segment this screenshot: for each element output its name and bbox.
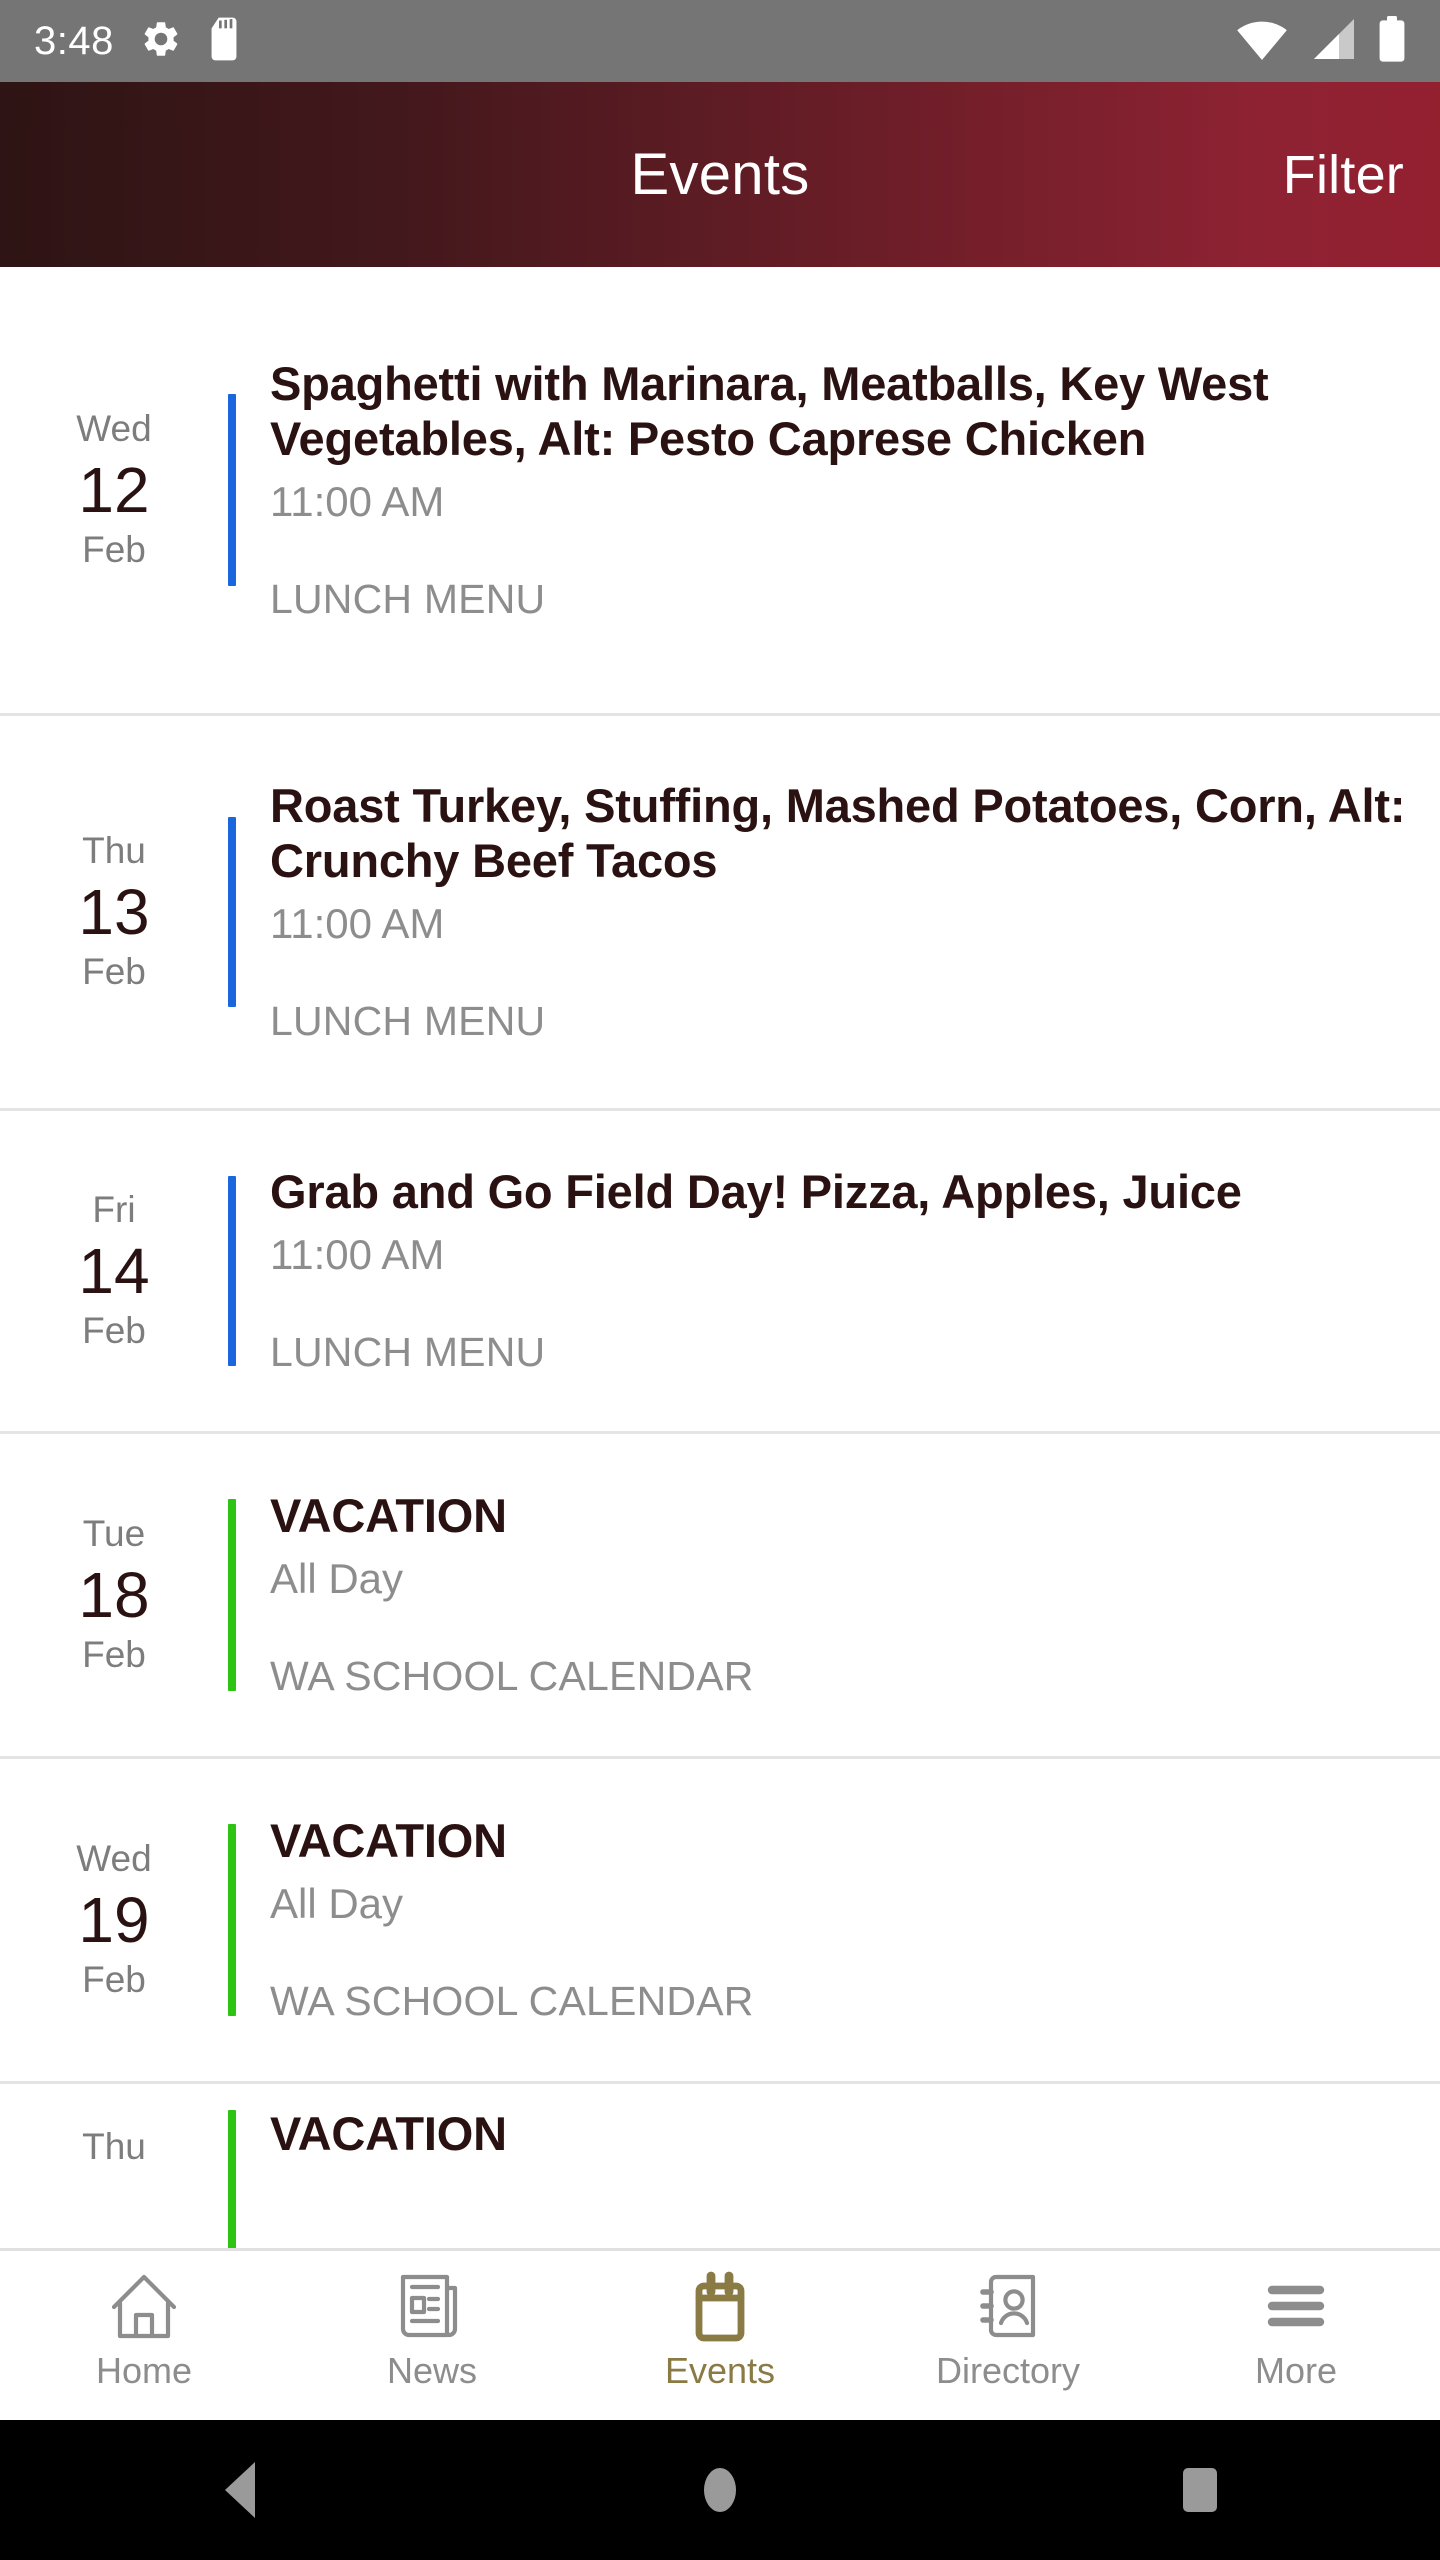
hamburger-menu-icon: [1260, 2267, 1332, 2345]
event-date: Thu 13 Feb: [0, 716, 228, 1108]
calendar-icon: [685, 2267, 755, 2345]
tab-directory[interactable]: Directory: [864, 2267, 1152, 2389]
app-header: Events Filter: [0, 82, 1440, 267]
event-details: Spaghetti with Marinara, Meatballs, Key …: [236, 267, 1440, 713]
event-calendar-name: LUNCH MENU: [270, 1329, 546, 1376]
event-details: VACATION All Day WA SCHOOL CALENDAR: [236, 1759, 1440, 2081]
event-title: Spaghetti with Marinara, Meatballs, Key …: [270, 356, 1269, 466]
event-details: Roast Turkey, Stuffing, Mashed Potatoes,…: [236, 716, 1440, 1108]
event-row[interactable]: Wed 12 Feb Spaghetti with Marinara, Meat…: [0, 267, 1440, 716]
status-bar-left: 3:48: [34, 17, 240, 66]
event-date-month: Feb: [82, 1958, 146, 2000]
event-date-month: Feb: [82, 950, 146, 992]
tab-more[interactable]: More: [1152, 2267, 1440, 2389]
tab-news[interactable]: News: [288, 2267, 576, 2389]
event-date-day: 18: [78, 1559, 150, 1632]
tab-label: Home: [95, 2350, 193, 2391]
event-date-day: 14: [78, 1235, 150, 1308]
event-details: VACATION All Day WA SCHOOL CALENDAR: [236, 1434, 1440, 1756]
event-date-month: Feb: [82, 528, 146, 570]
event-title: VACATION: [270, 1489, 507, 1543]
event-date-day: 12: [78, 454, 150, 527]
event-date-weekday: Thu: [82, 830, 146, 872]
sd-card-icon: [208, 17, 240, 66]
event-row[interactable]: Thu 13 Feb Roast Turkey, Stuffing, Mashe…: [0, 716, 1440, 1111]
event-calendar-name: WA SCHOOL CALENDAR: [270, 1653, 754, 1700]
status-bar-right: [1236, 15, 1406, 67]
event-calendar-name: LUNCH MENU: [270, 576, 546, 623]
tab-label: More: [1254, 2350, 1338, 2391]
event-row[interactable]: Fri 14 Feb Grab and Go Field Day! Pizza,…: [0, 1111, 1440, 1434]
event-calendar-name: WA SCHOOL CALENDAR: [270, 1978, 754, 2025]
event-time: 11:00 AM: [270, 899, 445, 947]
event-date: Wed 12 Feb: [0, 267, 228, 713]
event-title: VACATION: [270, 1814, 507, 1868]
event-date-day: 13: [78, 876, 150, 949]
contact-book-icon: [972, 2267, 1044, 2345]
gear-icon: [140, 18, 182, 65]
back-button[interactable]: [170, 2420, 310, 2560]
events-list[interactable]: Wed 12 Feb Spaghetti with Marinara, Meat…: [0, 267, 1440, 2248]
event-row[interactable]: Tue 18 Feb VACATION All Day WA SCHOOL CA…: [0, 1434, 1440, 1759]
event-details: VACATION: [236, 2084, 1440, 2248]
event-date-day: 19: [78, 1884, 150, 1957]
event-date: Wed 19 Feb: [0, 1759, 228, 2081]
system-navigation-bar: [0, 2420, 1440, 2560]
event-time: 11:00 AM: [270, 1230, 445, 1278]
filter-button[interactable]: Filter: [1283, 144, 1404, 206]
event-date-weekday: Thu: [82, 2126, 146, 2167]
event-title: Roast Turkey, Stuffing, Mashed Potatoes,…: [270, 778, 1406, 888]
battery-icon: [1378, 15, 1406, 67]
event-time: 11:00 AM: [270, 477, 445, 525]
event-date: Fri 14 Feb: [0, 1111, 228, 1431]
event-date: Tue 18 Feb: [0, 1434, 228, 1756]
tab-home[interactable]: Home: [0, 2267, 288, 2389]
home-circle-icon: [704, 2468, 736, 2512]
tab-label: Events: [664, 2350, 776, 2391]
page-title: Events: [630, 142, 810, 207]
event-date-weekday: Wed: [76, 1838, 152, 1880]
event-accent-bar: [228, 1176, 236, 1366]
event-date-month: Feb: [82, 1633, 146, 1675]
event-date-weekday: Wed: [76, 408, 152, 450]
event-row[interactable]: Wed 19 Feb VACATION All Day WA SCHOOL CA…: [0, 1759, 1440, 2084]
newspaper-icon: [395, 2267, 469, 2345]
event-time: All Day: [270, 1554, 404, 1602]
bottom-tab-bar: Home News Events Directory More: [0, 2248, 1440, 2420]
status-clock: 3:48: [34, 19, 114, 63]
event-date-weekday: Tue: [82, 1513, 146, 1555]
phone-screen: 3:48 Events Filter Wed 12 Feb Spaghetti …: [0, 0, 1440, 2560]
cellular-signal-icon: [1310, 17, 1356, 66]
event-accent-bar: [228, 394, 236, 586]
wifi-icon: [1236, 17, 1288, 66]
recents-square-icon: [1183, 2468, 1217, 2512]
event-title: Grab and Go Field Day! Pizza, Apples, Ju…: [270, 1165, 1242, 1219]
tab-label: News: [386, 2350, 478, 2391]
event-date-month: Feb: [82, 1309, 146, 1351]
status-bar: 3:48: [0, 0, 1440, 82]
event-calendar-name: LUNCH MENU: [270, 998, 546, 1045]
home-button[interactable]: [650, 2420, 790, 2560]
event-accent-bar: [228, 1824, 236, 2016]
event-title: VACATION: [270, 2107, 507, 2160]
event-accent-bar: [228, 2110, 236, 2248]
recents-button[interactable]: [1130, 2420, 1270, 2560]
event-date: Thu: [0, 2084, 228, 2248]
event-accent-bar: [228, 1499, 236, 1691]
tab-events[interactable]: Events: [576, 2267, 864, 2389]
event-accent-bar: [228, 817, 236, 1007]
tab-label: Directory: [935, 2350, 1081, 2391]
event-time: All Day: [270, 1879, 404, 1927]
back-triangle-icon: [225, 2462, 255, 2518]
event-details: Grab and Go Field Day! Pizza, Apples, Ju…: [236, 1111, 1440, 1431]
event-date-weekday: Fri: [92, 1189, 136, 1231]
home-icon: [106, 2267, 182, 2345]
event-row[interactable]: Thu VACATION: [0, 2084, 1440, 2248]
